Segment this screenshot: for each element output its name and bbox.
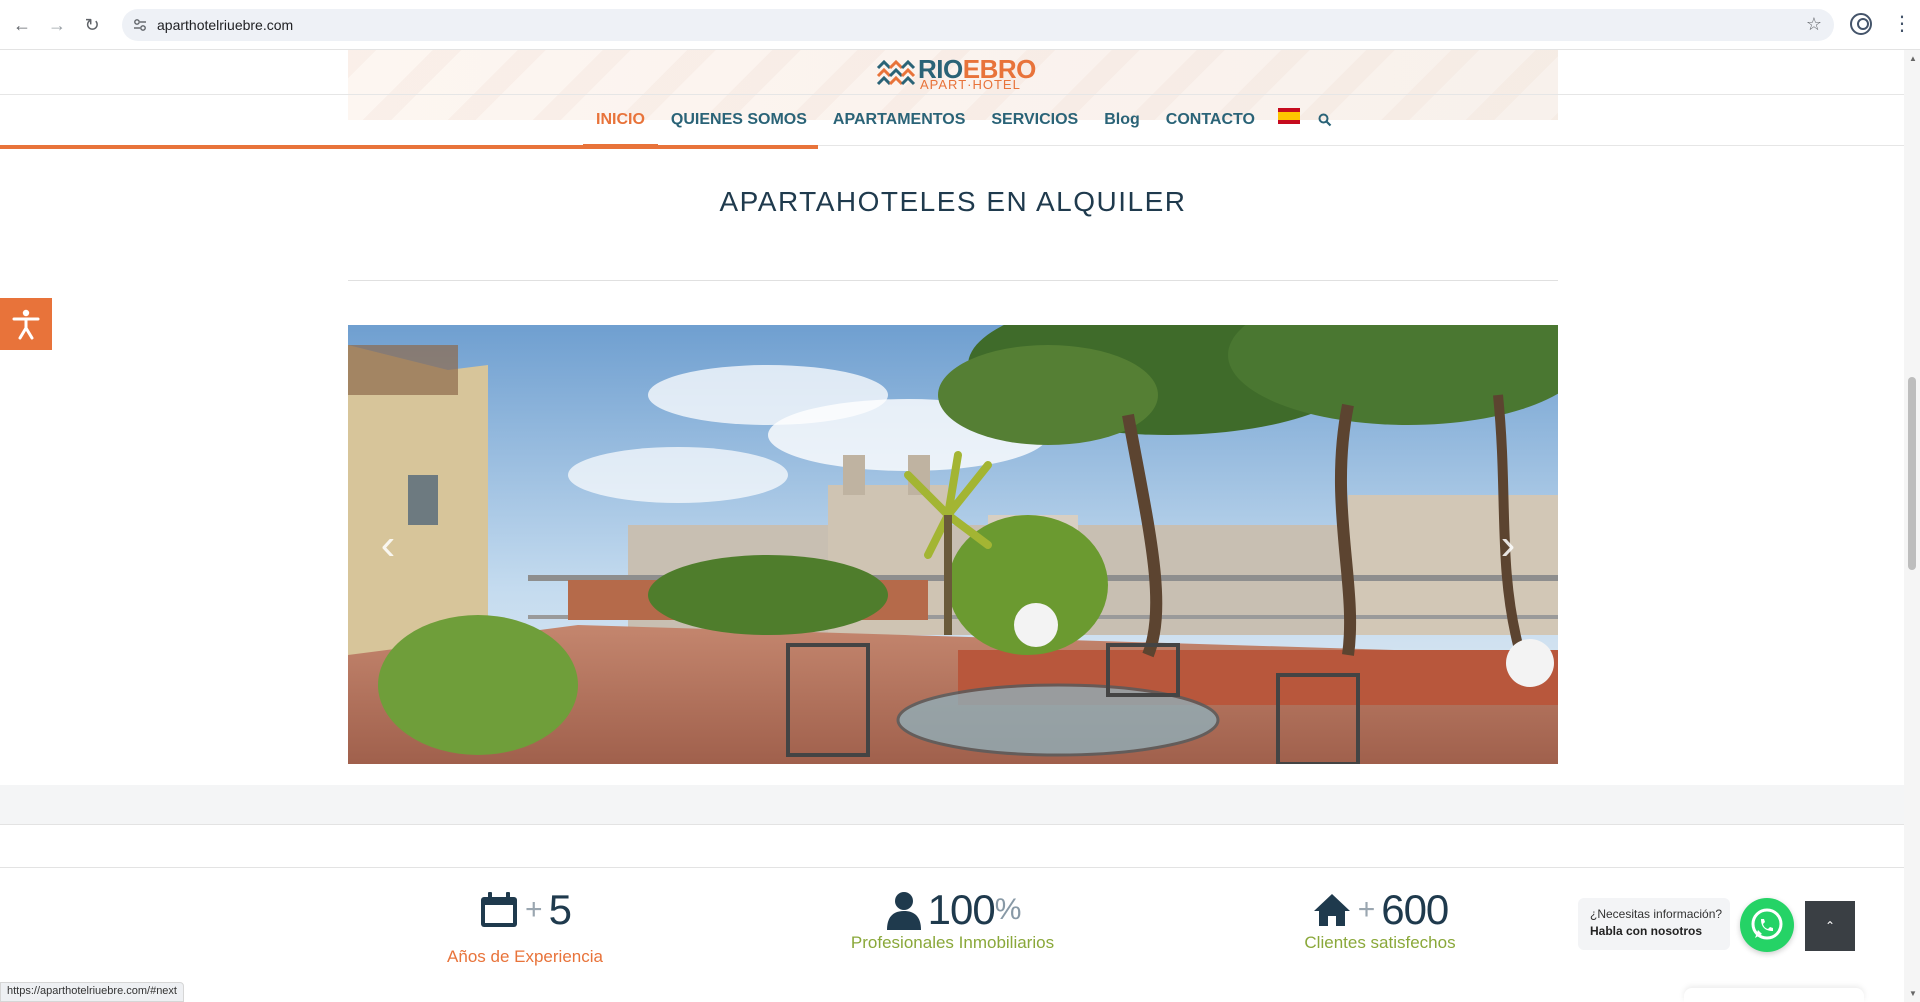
stat-number: 5 [548,886,572,933]
section-separator-band [0,785,1904,825]
stat-label: Profesionales Inmobiliarios [850,933,1055,952]
section-separator-line [0,867,1904,868]
site-logo[interactable]: RIOEBRO APART·HOTEL [876,54,1036,92]
user-icon [886,892,921,930]
whatsapp-bubble[interactable]: ¿Necesitas información? Habla con nosotr… [1578,898,1730,950]
slider-prev-arrow-icon[interactable]: ‹ [368,515,408,575]
stat-plus: + [1357,893,1376,926]
main-navigation: INICIO QUIENES SOMOS APARTAMENTOS SERVIC… [583,95,1332,147]
search-icon[interactable] [1318,113,1332,127]
calendar-icon [481,892,518,927]
stat-label: Años de Experiencia [447,947,603,966]
logo-subtitle: APART·HOTEL [920,77,1021,92]
section-title: APARTAHOTELES EN ALQUILER [719,186,1187,217]
browser-toolbar: ← → ↻ aparthotelriuebre.com ☆ ⋮ [0,0,1920,50]
terrace-photo [348,325,1558,764]
chevron-up-icon: ⌃ [1824,919,1836,933]
site-header: RIOEBRO APART·HOTEL INICIO QUIENES SOMOS… [0,50,1904,149]
reload-icon[interactable]: ↻ [80,13,104,37]
stat-percent: % [994,893,1022,926]
home-icon [1313,894,1350,926]
nav-item-inicio[interactable]: INICIO [583,95,658,147]
forward-icon[interactable]: → [45,13,69,37]
stat-clients: + 600 Clientes satisfechos [1255,885,1505,953]
bottom-widget-tab[interactable] [1684,988,1864,1002]
bookmark-star-icon[interactable]: ☆ [1806,14,1822,35]
scrollbar-thumb[interactable] [1908,377,1916,570]
stat-number: 100 [927,886,996,933]
back-icon[interactable]: ← [10,13,34,37]
section-divider [348,280,1558,281]
nav-item-contacto[interactable]: CONTACTO [1153,95,1268,145]
stat-professionals: 100 % Profesionales Inmobiliarios [815,885,1090,953]
scroll-progress-bar [0,145,818,149]
scroll-down-icon[interactable]: ▼ [1909,989,1917,998]
accessibility-icon [12,309,40,340]
accessibility-button[interactable] [0,298,52,350]
image-slider[interactable]: ‹ › [348,325,1558,764]
whatsapp-cta: Habla con nosotros [1590,924,1703,938]
whatsapp-question: ¿Necesitas información? [1590,907,1723,921]
whatsapp-button[interactable] [1740,898,1794,952]
nav-item-servicios[interactable]: SERVICIOS [978,95,1091,145]
stat-experience: + 5 Años de Experiencia [400,885,650,967]
page-scrollbar[interactable]: ▲ ▼ [1904,50,1920,1002]
nav-item-apartamentos[interactable]: APARTAMENTOS [820,95,978,145]
back-to-top-button[interactable]: ⌃ [1805,901,1855,951]
site-settings-icon[interactable] [132,17,148,33]
stat-label: Clientes satisfechos [1304,933,1456,952]
slider-next-arrow-icon[interactable]: › [1488,515,1528,575]
stat-number: 600 [1381,886,1449,933]
nav-item-quienes-somos[interactable]: QUIENES SOMOS [658,95,820,145]
whatsapp-icon [1751,908,1783,940]
profile-icon[interactable] [1850,13,1872,35]
stat-plus: + [525,893,543,926]
url-text[interactable]: aparthotelriuebre.com [157,17,293,33]
browser-menu-icon[interactable]: ⋮ [1892,12,1912,36]
nav-item-blog[interactable]: Blog [1091,95,1153,145]
scroll-up-icon[interactable]: ▲ [1909,54,1917,63]
address-bar[interactable]: aparthotelriuebre.com ☆ [122,9,1834,41]
status-bar-url: https://aparthotelriuebre.com/#next [0,982,184,1002]
logo-mark-icon [876,59,916,86]
spanish-flag-icon[interactable] [1277,108,1300,124]
